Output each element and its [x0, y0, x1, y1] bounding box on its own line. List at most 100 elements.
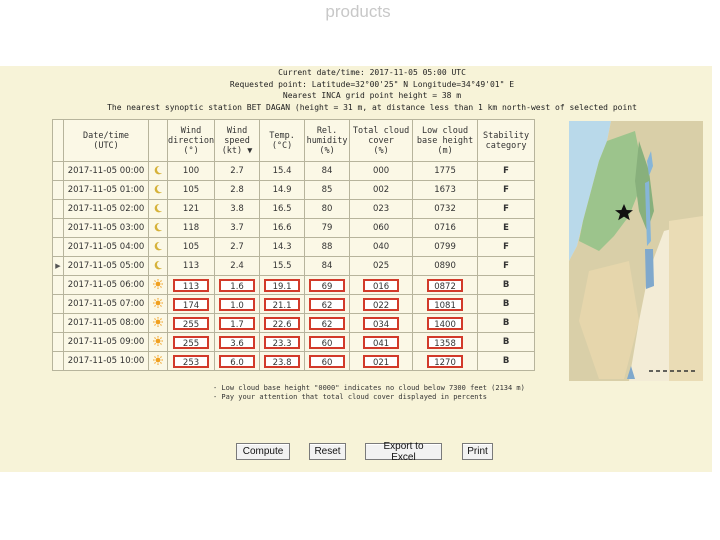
table-row[interactable]: 2017-11-05 06:00 113 1.6 19.1 69 016 0872 B [52, 275, 536, 295]
cell-speed: 1.0 [214, 294, 261, 314]
table-row[interactable]: 2017-11-05 01:00 105 2.8 14.9 85 002 1673 F [52, 180, 536, 200]
cell-temp: 23.8 [259, 351, 306, 371]
cell-base: 1400 [412, 313, 479, 333]
cell-dir: 113 [166, 275, 216, 295]
cell-base: 0890 [412, 256, 479, 276]
cell-temp: 19.1 [259, 275, 306, 295]
cell-stability: F [477, 237, 536, 257]
cell-speed: 2.8 [214, 180, 261, 200]
cell-hum: 85 [304, 180, 351, 200]
cell-cloud: 002 [349, 180, 414, 200]
crescent-moon-icon [154, 222, 162, 231]
row-marker [52, 351, 64, 371]
cell-base: 1081 [412, 294, 479, 314]
table-row[interactable]: 2017-11-05 10:00 253 6.0 23.8 60 021 1270 B [52, 351, 536, 371]
header-temperature: Temp. (°C) [259, 119, 306, 162]
cell-dir: 253 [166, 351, 216, 371]
footnotes: - Low cloud base height "0000" indicates… [213, 384, 525, 402]
row-datetime: 2017-11-05 00:00 [63, 161, 149, 181]
table-row[interactable]: 2017-11-05 00:00 100 2.7 15.4 84 000 1775 F [52, 161, 536, 181]
highlighted-value: 0872 [427, 278, 464, 292]
print-button[interactable]: Print [462, 443, 493, 460]
highlighted-value: 19.1 [264, 278, 301, 292]
cell-stability: B [477, 294, 536, 314]
export-to-excel-button[interactable]: Export to Excel [365, 441, 442, 463]
cell-temp: 14.3 [259, 237, 306, 257]
cell-base: 0716 [412, 218, 479, 238]
cell-temp: 16.5 [259, 199, 306, 219]
cell-dir: 100 [166, 161, 216, 181]
row-datetime: 2017-11-05 05:00 [63, 256, 149, 276]
slide-title: products [325, 2, 391, 21]
cell-base: 1673 [412, 180, 479, 200]
row-datetime: 2017-11-05 06:00 [63, 275, 149, 295]
cell-temp: 16.6 [259, 218, 306, 238]
sort-arrow-icon[interactable]: ▼ [247, 146, 252, 156]
row-marker [52, 332, 64, 352]
crescent-moon-icon [154, 241, 162, 250]
footnote-cloud-base: - Low cloud base height "0000" indicates… [213, 384, 525, 392]
cell-hum: 79 [304, 218, 351, 238]
cell-hum: 60 [304, 332, 351, 352]
cell-stability: B [477, 351, 536, 371]
grid-point-height: Nearest INCA grid point height = 38 m [282, 91, 462, 100]
cell-hum: 84 [304, 161, 351, 181]
cell-temp: 23.3 [259, 332, 306, 352]
row-marker [52, 313, 64, 333]
highlighted-value: 1270 [427, 354, 464, 368]
cell-speed: 2.4 [214, 256, 261, 276]
row-datetime: 2017-11-05 10:00 [63, 351, 149, 371]
header-cloud-cover: Total cloud cover (%) [349, 119, 414, 162]
highlighted-value: 69 [309, 278, 346, 292]
cell-cloud: 041 [349, 332, 414, 352]
reset-button[interactable]: Reset [309, 443, 346, 460]
header-wind-speed[interactable]: Wind speed (kt) ▼ [214, 119, 261, 162]
compute-button[interactable]: Compute [236, 443, 290, 460]
row-datetime: 2017-11-05 03:00 [63, 218, 149, 238]
row-datetime: 2017-11-05 04:00 [63, 237, 149, 257]
cell-cloud: 025 [349, 256, 414, 276]
crescent-moon-icon [154, 260, 162, 269]
footnote-cloud-cover: - Pay your attention that total cloud co… [213, 393, 487, 401]
cell-temp: 14.9 [259, 180, 306, 200]
row-datetime: 2017-11-05 01:00 [63, 180, 149, 200]
cell-speed: 3.7 [214, 218, 261, 238]
cell-dir: 255 [166, 332, 216, 352]
cell-base: 0732 [412, 199, 479, 219]
highlighted-value: 022 [363, 297, 400, 311]
highlighted-value: 1.7 [219, 316, 256, 330]
table-row[interactable]: 2017-11-05 02:00 121 3.8 16.5 80 023 0732 F [52, 199, 536, 219]
cell-speed: 2.7 [214, 161, 261, 181]
highlighted-value: 21.1 [264, 297, 301, 311]
sun-icon [153, 335, 163, 346]
sun-icon [153, 278, 163, 289]
row-marker [52, 294, 64, 314]
table-row[interactable]: 2017-11-05 08:00 255 1.7 22.6 62 034 1400 B [52, 313, 536, 333]
row-marker: ▶ [52, 256, 64, 276]
cell-stability: F [477, 199, 536, 219]
cell-cloud: 016 [349, 275, 414, 295]
row-marker [52, 218, 64, 238]
cell-stability: F [477, 180, 536, 200]
header-datetime: Date/time (UTC) [63, 119, 149, 162]
highlighted-value: 23.3 [264, 335, 301, 349]
row-marker [52, 161, 64, 181]
header-marker [52, 119, 64, 162]
dead-sea [645, 249, 654, 289]
highlighted-value: 1.6 [219, 278, 256, 292]
table-row[interactable]: 2017-11-05 03:00 118 3.7 16.6 79 060 0716 E [52, 218, 536, 238]
table-header-row: Date/time (UTC) Wind direction (°) Wind … [52, 119, 536, 162]
table-row[interactable]: 2017-11-05 07:00 174 1.0 21.1 62 022 1081 B [52, 294, 536, 314]
cell-hum: 88 [304, 237, 351, 257]
cell-speed: 2.7 [214, 237, 261, 257]
highlighted-value: 113 [173, 278, 210, 292]
table-row[interactable]: 2017-11-05 09:00 255 3.6 23.3 60 041 1358 B [52, 332, 536, 352]
cell-temp: 21.1 [259, 294, 306, 314]
header-icon [148, 119, 168, 162]
table-row[interactable]: ▶ 2017-11-05 05:00 113 2.4 15.5 84 025 0890 F [52, 256, 536, 276]
highlighted-value: 041 [363, 335, 400, 349]
header-cloud-base: Low cloud base height (m) [412, 119, 479, 162]
table-row[interactable]: 2017-11-05 04:00 105 2.7 14.3 88 040 0799 F [52, 237, 536, 257]
cell-base: 1270 [412, 351, 479, 371]
cell-cloud: 040 [349, 237, 414, 257]
